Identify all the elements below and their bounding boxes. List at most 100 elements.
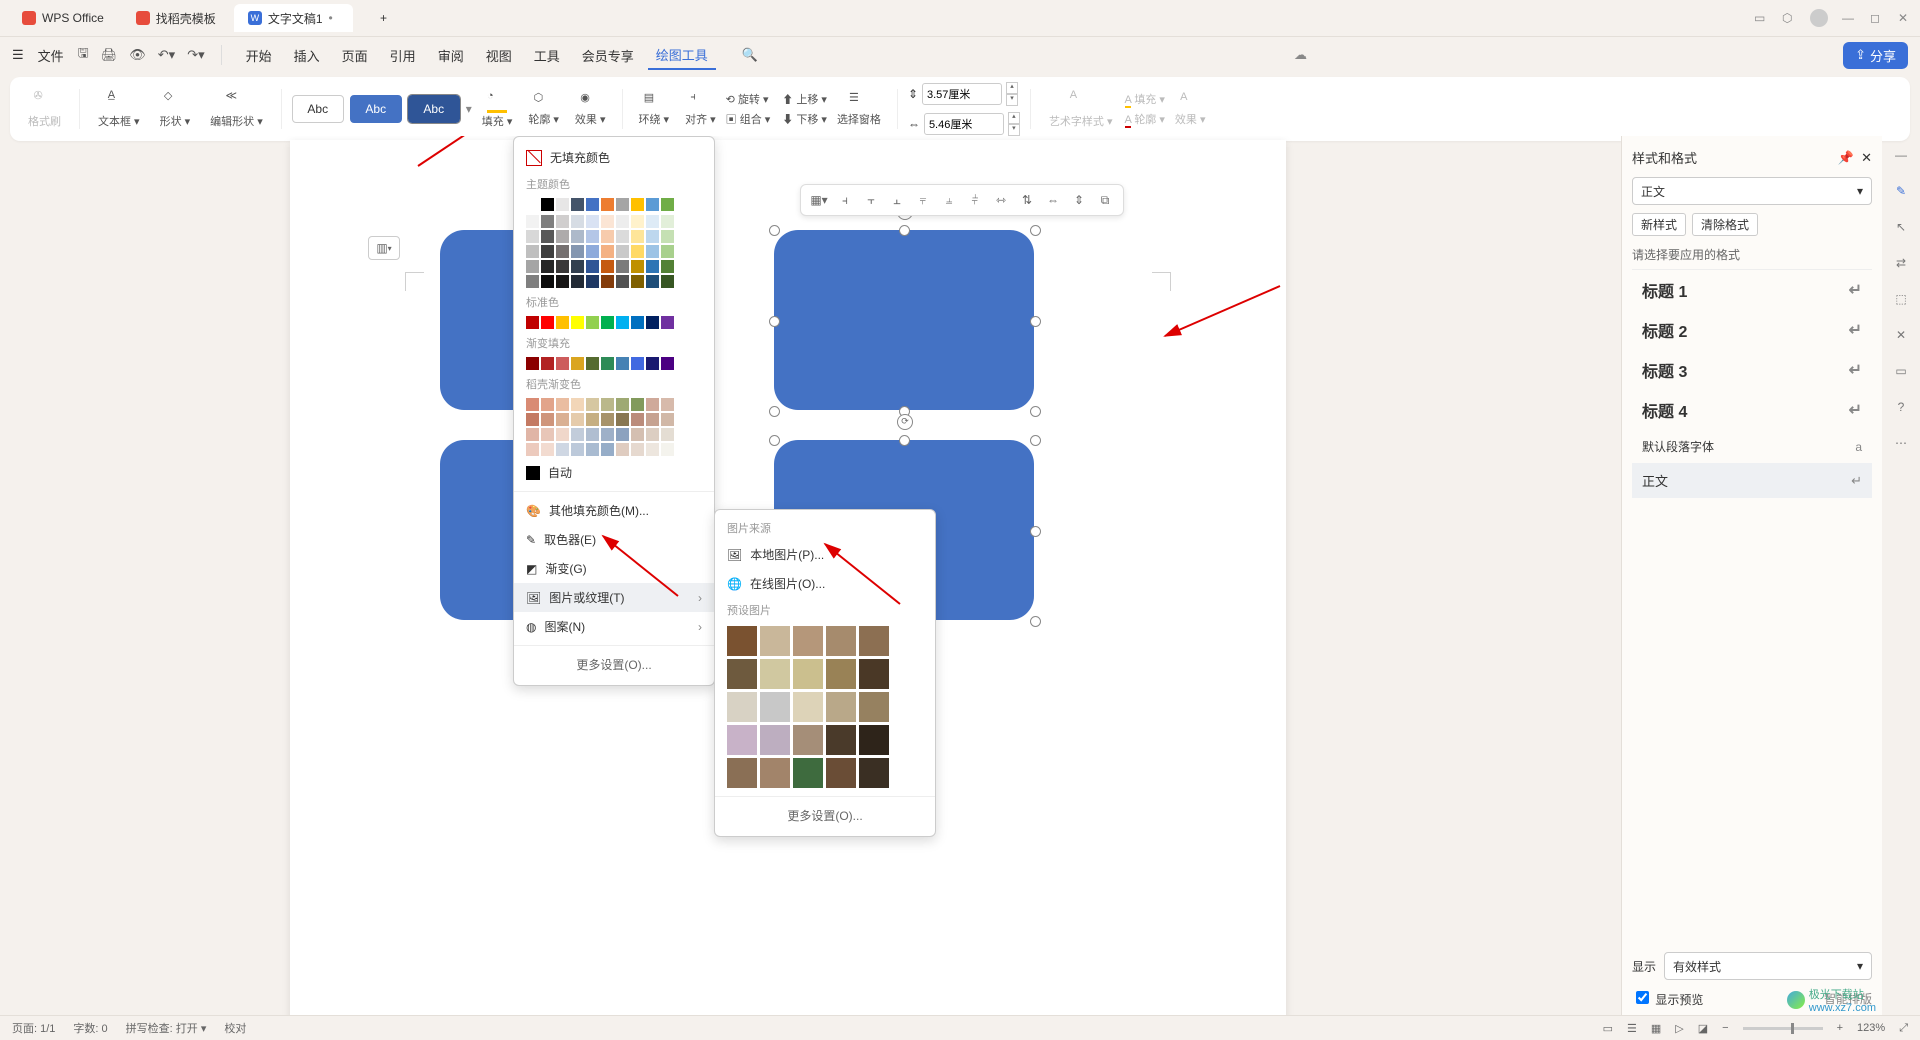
pin-icon[interactable]: 📌 (1838, 150, 1854, 165)
texture-swatch[interactable] (859, 692, 889, 722)
color-swatch[interactable] (571, 357, 584, 370)
cube-icon[interactable]: ⬡ (1782, 11, 1796, 25)
align-top-icon[interactable]: ⫧ (913, 190, 933, 210)
align-button[interactable]: ⫞对齐 ▾ (679, 91, 722, 127)
style-heading-1[interactable]: 标题 1↵ (1632, 270, 1872, 310)
zoom-slider[interactable] (1743, 1027, 1823, 1030)
color-swatch[interactable] (586, 316, 599, 329)
menu-insert[interactable]: 插入 (286, 42, 328, 69)
view-page-icon[interactable]: ▭ (1603, 1022, 1613, 1035)
color-swatch[interactable] (541, 198, 554, 211)
proof-status[interactable]: 校对 (224, 1020, 246, 1036)
color-swatch[interactable] (601, 275, 614, 288)
texture-swatch[interactable] (826, 758, 856, 788)
color-swatch[interactable] (571, 260, 584, 273)
texture-swatch[interactable] (826, 692, 856, 722)
color-swatch[interactable] (541, 275, 554, 288)
spellcheck-status[interactable]: 拼写检查: 打开 ▾ (126, 1020, 207, 1036)
style-pane-icon[interactable]: ✎ (1896, 184, 1906, 198)
minimize-icon[interactable]: — (1842, 11, 1856, 25)
menu-view[interactable]: 视图 (478, 42, 520, 69)
fill-button[interactable]: ◔填充 ▾ (476, 90, 519, 129)
color-swatch[interactable] (571, 230, 584, 243)
cloud-icon[interactable]: ☁ (1294, 47, 1307, 63)
zoom-level[interactable]: 123% (1857, 1022, 1885, 1034)
color-swatch[interactable] (541, 260, 554, 273)
color-swatch[interactable] (601, 260, 614, 273)
maximize-icon[interactable]: ◻ (1870, 11, 1884, 25)
handle2-tm[interactable] (899, 435, 910, 446)
color-swatch[interactable] (526, 215, 539, 228)
color-swatch[interactable] (571, 413, 584, 426)
texture-swatch[interactable] (760, 725, 790, 755)
nav-pane-icon[interactable]: ▭ (1895, 364, 1906, 378)
style-default-font[interactable]: 默认段落字体a (1632, 430, 1872, 463)
texture-swatch[interactable] (859, 725, 889, 755)
style-solid[interactable]: Abc (350, 95, 402, 123)
texture-swatch[interactable] (727, 626, 757, 656)
document-area[interactable]: ⟳ ⟳ ▥ ▾ ▦▾ ⫞ ⫟ ⫠ ⫧ ⫨ ⫩ (0, 136, 1621, 1016)
color-swatch[interactable] (526, 428, 539, 441)
menu-member[interactable]: 会员专享 (574, 42, 642, 69)
color-swatch[interactable] (541, 357, 554, 370)
texture-swatch[interactable] (859, 659, 889, 689)
texture-swatch[interactable] (760, 758, 790, 788)
color-swatch[interactable] (556, 316, 569, 329)
align-center-h-icon[interactable]: ⫟ (861, 190, 881, 210)
docer-gradient-grid[interactable] (514, 396, 714, 458)
color-swatch[interactable] (661, 443, 674, 456)
preview-checkbox[interactable]: 显示预览 (1632, 988, 1703, 1008)
new-tab-button[interactable]: + (357, 4, 411, 32)
color-swatch[interactable] (526, 398, 539, 411)
texture-swatch[interactable] (859, 758, 889, 788)
texture-swatch[interactable] (859, 626, 889, 656)
color-swatch[interactable] (526, 230, 539, 243)
fit-page-icon[interactable]: ⤢ (1899, 1022, 1908, 1035)
color-swatch[interactable] (661, 316, 674, 329)
color-swatch[interactable] (586, 260, 599, 273)
color-swatch[interactable] (661, 245, 674, 258)
view-web-icon[interactable]: ▦ (1651, 1022, 1661, 1035)
handle-ml[interactable] (769, 316, 780, 327)
color-swatch[interactable] (661, 215, 674, 228)
color-swatch[interactable] (571, 198, 584, 211)
close-window-icon[interactable]: ✕ (1898, 11, 1912, 25)
color-swatch[interactable] (616, 215, 629, 228)
no-fill-item[interactable]: 无填充颜色 (514, 143, 714, 172)
color-swatch[interactable] (556, 260, 569, 273)
close-tab-icon[interactable]: • (329, 11, 339, 25)
auto-color-item[interactable]: 自动 (514, 458, 714, 487)
page-indicator[interactable]: 页面: 1/1 (12, 1020, 55, 1036)
color-swatch[interactable] (556, 413, 569, 426)
color-swatch[interactable] (646, 275, 659, 288)
color-swatch[interactable] (631, 260, 644, 273)
color-swatch[interactable] (631, 413, 644, 426)
style-body[interactable]: 正文↵ (1632, 463, 1872, 498)
color-swatch[interactable] (631, 275, 644, 288)
color-swatch[interactable] (661, 198, 674, 211)
color-swatch[interactable] (646, 230, 659, 243)
color-swatch[interactable] (586, 398, 599, 411)
color-swatch[interactable] (646, 398, 659, 411)
color-swatch[interactable] (571, 443, 584, 456)
menu-icon[interactable]: ☰ (12, 47, 24, 63)
color-swatch[interactable] (526, 357, 539, 370)
handle-tm[interactable] (899, 225, 910, 236)
color-swatch[interactable] (631, 428, 644, 441)
color-swatch[interactable] (631, 316, 644, 329)
texture-swatch[interactable] (793, 725, 823, 755)
color-swatch[interactable] (556, 357, 569, 370)
close-panel-icon[interactable]: ✕ (1861, 150, 1872, 165)
color-swatch[interactable] (541, 398, 554, 411)
color-swatch[interactable] (616, 198, 629, 211)
style-heading-4[interactable]: 标题 4↵ (1632, 390, 1872, 430)
color-swatch[interactable] (586, 275, 599, 288)
color-swatch[interactable] (631, 230, 644, 243)
zoom-in-icon[interactable]: + (1837, 1022, 1843, 1034)
color-swatch[interactable] (571, 275, 584, 288)
menu-reference[interactable]: 引用 (382, 42, 424, 69)
pattern-item[interactable]: ◍图案(N)› (514, 612, 714, 641)
outline-button[interactable]: ⬡轮廓 ▾ (522, 91, 565, 127)
color-swatch[interactable] (586, 230, 599, 243)
handle-br[interactable] (1030, 406, 1041, 417)
